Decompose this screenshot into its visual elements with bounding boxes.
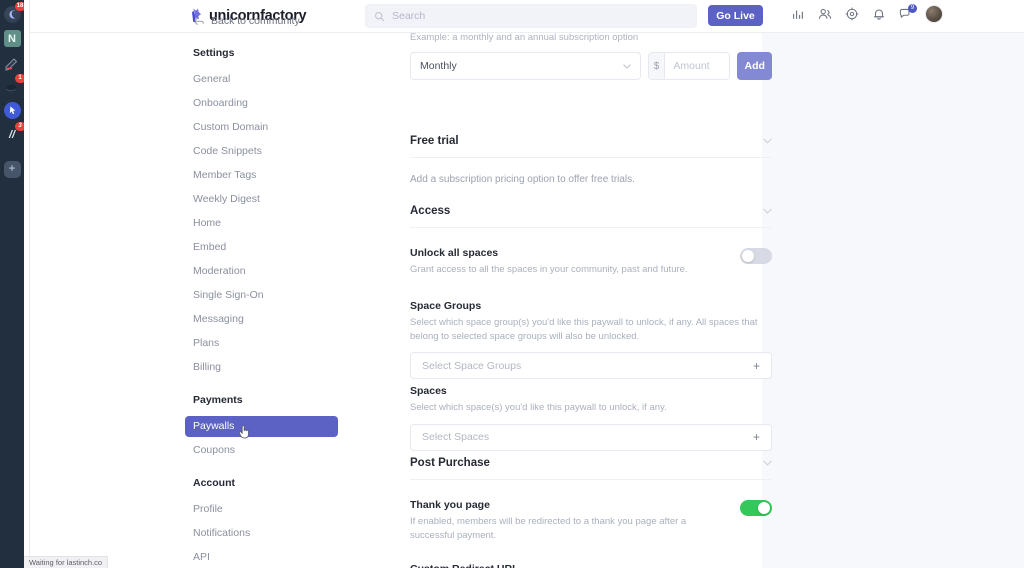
dock-item-hat[interactable]: 1 — [4, 78, 21, 95]
dock-item-chat[interactable]: 18 — [4, 6, 21, 23]
sidebar-item-general[interactable]: General — [185, 69, 338, 90]
sidebar-item-notifications[interactable]: Notifications — [185, 523, 338, 544]
spaces-description: Select which space(s) you'd like this pa… — [410, 401, 772, 415]
back-to-community-link[interactable]: Back to community — [193, 15, 338, 27]
analytics-icon[interactable] — [790, 7, 805, 22]
sidebar-item-single-sign-on[interactable]: Single Sign-On — [185, 285, 338, 306]
sidebar-item-messaging[interactable]: Messaging — [185, 309, 338, 330]
space-groups-select[interactable]: Select Space Groups + — [410, 352, 772, 379]
sidebar-item-api[interactable]: API — [185, 547, 338, 568]
members-icon[interactable] — [817, 7, 832, 22]
space-groups-placeholder: Select Space Groups — [422, 360, 521, 372]
sidebar-item-member-tags[interactable]: Member Tags — [185, 165, 338, 186]
custom-redirect-url-field: Custom Redirect URL Your members will be… — [410, 563, 772, 568]
chevron-down-icon — [623, 64, 631, 69]
free-trial-title: Free trial — [410, 135, 459, 147]
toggle-knob — [758, 502, 770, 514]
go-live-button[interactable]: Go Live — [708, 5, 763, 26]
dock-item-slash-label: // — [9, 129, 15, 141]
messages-badge: 9 — [908, 4, 917, 13]
nav-group-account-title: Account — [193, 477, 338, 489]
spaces-field: Spaces Select which space(s) you'd like … — [410, 385, 772, 451]
app-topbar: unicornfactory Search Go Live — [30, 0, 1024, 33]
sidebar-item-home[interactable]: Home — [185, 213, 338, 234]
sidebar-item-billing[interactable]: Billing — [185, 357, 338, 378]
search-placeholder: Search — [392, 10, 425, 22]
sidebar-item-coupons[interactable]: Coupons — [185, 440, 338, 461]
user-avatar[interactable] — [925, 5, 943, 23]
space-groups-field: Space Groups Select which space group(s)… — [410, 300, 772, 379]
sidebar-item-onboarding[interactable]: Onboarding — [185, 93, 338, 114]
access-section: Access — [410, 205, 772, 228]
nav-spacer-2 — [193, 464, 338, 477]
thank-you-page-row: Thank you page If enabled, members will … — [410, 499, 772, 542]
chevron-down-icon[interactable] — [763, 460, 772, 466]
chevron-down-icon[interactable] — [763, 138, 772, 144]
free-trial-section: Free trial Add a subscription pricing op… — [410, 135, 772, 187]
unlock-all-spaces-toggle[interactable] — [740, 248, 772, 264]
os-dock: 18 N 1 // 3 + — [0, 0, 24, 568]
plus-icon[interactable]: + — [753, 360, 760, 372]
thank-you-page-toggle[interactable] — [740, 500, 772, 516]
dock-item-cursor[interactable] — [4, 102, 21, 119]
spaces-select[interactable]: Select Spaces + — [410, 424, 772, 451]
amount-input[interactable] — [665, 53, 729, 79]
space-groups-description: Select which space group(s) you'd like t… — [410, 316, 770, 343]
currency-symbol: $ — [649, 53, 666, 79]
billing-period-select[interactable]: Monthly — [410, 52, 641, 80]
post-purchase-title: Post Purchase — [410, 457, 490, 469]
search-icon — [374, 11, 385, 22]
app-page: unicornfactory Search Go Live — [30, 0, 1024, 568]
sidebar-item-paywalls[interactable]: Paywalls — [185, 416, 338, 437]
dock-add-button[interactable]: + — [4, 161, 21, 178]
add-price-button[interactable]: Add — [737, 52, 772, 80]
thank-you-page-label: Thank you page — [410, 499, 700, 511]
spaces-label: Spaces — [410, 385, 772, 397]
access-title: Access — [410, 205, 450, 217]
spaces-placeholder: Select Spaces — [422, 431, 489, 443]
sidebar-item-code-snippets[interactable]: Code Snippets — [185, 141, 338, 162]
browser-status-bar: Waiting for lastinch.co — [24, 556, 108, 568]
free-trial-description: Add a subscription pricing option to off… — [410, 172, 772, 187]
post-purchase-header[interactable]: Post Purchase — [410, 457, 772, 480]
thank-you-page-description: If enabled, members will be redirected t… — [410, 515, 700, 542]
pricing-hint: Example: a monthly and an annual subscri… — [410, 33, 638, 43]
gear-icon[interactable] — [844, 7, 859, 22]
sidebar-item-weekly-digest[interactable]: Weekly Digest — [185, 189, 338, 210]
toggle-knob — [742, 250, 754, 262]
bell-icon[interactable] — [871, 7, 886, 22]
unlock-all-spaces-description: Grant access to all the spaces in your c… — [410, 263, 688, 277]
dock-item-slash[interactable]: // 3 — [4, 126, 21, 143]
back-arrow-icon — [193, 17, 204, 26]
nav-spacer-1 — [193, 381, 338, 394]
search-input[interactable]: Search — [365, 4, 697, 28]
chevron-down-icon[interactable] — [763, 208, 772, 214]
sidebar-item-custom-domain[interactable]: Custom Domain — [185, 117, 338, 138]
dock-item-notion[interactable]: N — [4, 30, 21, 47]
space-groups-label: Space Groups — [410, 300, 772, 312]
topbar-icons: 9 — [790, 5, 943, 23]
paywall-settings-form: Example: a monthly and an annual subscri… — [410, 33, 772, 568]
post-purchase-section: Post Purchase — [410, 457, 772, 480]
sidebar-item-embed[interactable]: Embed — [185, 237, 338, 258]
unlock-all-spaces-row: Unlock all spaces Grant access to all th… — [410, 247, 772, 277]
sidebar-item-moderation[interactable]: Moderation — [185, 261, 338, 282]
pricing-row: Monthly $ Add — [410, 52, 772, 80]
dock-item-pen[interactable] — [4, 54, 21, 71]
dock-item-notion-label: N — [8, 33, 16, 45]
amount-field-wrap: $ — [648, 52, 731, 80]
settings-sidebar: Back to community Settings General Onboa… — [193, 15, 338, 568]
billing-period-value: Monthly — [420, 60, 457, 72]
custom-redirect-url-label: Custom Redirect URL — [410, 563, 772, 568]
messages-icon[interactable]: 9 — [898, 7, 913, 22]
free-trial-header[interactable]: Free trial — [410, 135, 772, 158]
sidebar-item-profile[interactable]: Profile — [185, 499, 338, 520]
nav-group-settings-title: Settings — [193, 47, 338, 59]
nav-group-payments-title: Payments — [193, 394, 338, 406]
plus-icon[interactable]: + — [753, 431, 760, 443]
back-to-community-label: Back to community — [211, 15, 300, 27]
sidebar-item-plans[interactable]: Plans — [185, 333, 338, 354]
unlock-all-spaces-label: Unlock all spaces — [410, 247, 688, 259]
access-header[interactable]: Access — [410, 205, 772, 228]
